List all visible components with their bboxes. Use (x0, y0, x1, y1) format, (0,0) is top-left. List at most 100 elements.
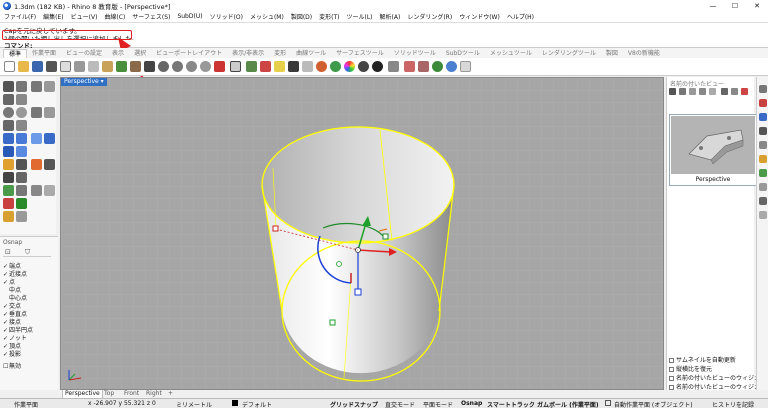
osnap-funnel-icon[interactable]: ⛉ (25, 248, 30, 257)
rotate-icon[interactable] (31, 185, 42, 196)
control-point[interactable] (272, 225, 279, 232)
control-point[interactable] (336, 261, 342, 267)
curve-icon[interactable] (16, 94, 27, 105)
block-icon[interactable] (16, 211, 27, 222)
tab-top[interactable]: Top (102, 390, 116, 398)
scale-icon[interactable] (44, 185, 55, 196)
tab-surface-tools[interactable]: サーフェスツール (331, 49, 389, 58)
tab-drafting[interactable]: 製図 (601, 49, 623, 58)
restore-aspect-option[interactable]: 縦横比を復元 (669, 364, 712, 373)
undo-icon[interactable] (116, 61, 127, 72)
rendering-panel-icon[interactable] (759, 197, 767, 205)
undo-view-icon[interactable] (214, 61, 225, 72)
status-osnap[interactable]: Osnap (461, 400, 482, 407)
copy-icon[interactable] (88, 61, 99, 72)
viewport-label[interactable]: Perspective ▾ (61, 78, 107, 86)
point-tool-icon[interactable] (418, 61, 429, 72)
select-icon[interactable] (3, 81, 14, 92)
help-icon[interactable] (446, 61, 457, 72)
box-icon[interactable] (3, 146, 14, 157)
trim-icon[interactable] (3, 172, 14, 183)
zoom-selected-icon[interactable] (200, 61, 211, 72)
toolbar-overflow-icon[interactable] (460, 61, 471, 72)
copy-tool-icon[interactable] (16, 185, 27, 196)
tab-mesh-tools[interactable]: メッシュツール (485, 49, 537, 58)
move-icon[interactable] (3, 185, 14, 196)
textures-panel-icon[interactable] (759, 211, 767, 219)
extrude-surface-icon[interactable] (16, 133, 27, 144)
tab-front[interactable]: Front (122, 390, 141, 398)
status-layer[interactable]: デフォルト (242, 400, 272, 408)
color-wheel-icon[interactable] (344, 61, 355, 72)
tab-cplanes[interactable]: 作業平面 (27, 49, 61, 58)
rectangle-icon[interactable] (3, 120, 14, 131)
tab-set-view[interactable]: ビューの設定 (61, 49, 107, 58)
list-view-icon[interactable] (731, 88, 738, 95)
add-viewport-tab-button[interactable]: + (166, 390, 175, 398)
auto-update-thumbnail-option[interactable]: サムネイルを自動更新 (669, 355, 736, 364)
rendered-sphere-icon[interactable] (372, 61, 383, 72)
eye-icon[interactable] (679, 88, 686, 95)
tab-solid-tools[interactable]: ソリッドツール (389, 49, 441, 58)
materials-panel-icon[interactable] (759, 155, 767, 163)
status-cplane[interactable]: 作業平面 (14, 400, 38, 408)
camera-icon[interactable] (669, 88, 676, 95)
display-panel-icon[interactable] (759, 113, 767, 121)
tab-render-tools[interactable]: レンダリングツール (537, 49, 601, 58)
mesh-icon[interactable] (3, 159, 14, 170)
sphere-icon[interactable] (16, 146, 27, 157)
cplane-icon[interactable] (302, 61, 313, 72)
tab-select[interactable]: 選択 (129, 49, 151, 58)
status-gumball[interactable]: ガムボール (作業平面) (537, 400, 599, 408)
ellipse-icon[interactable] (16, 107, 27, 118)
import-icon[interactable] (60, 61, 71, 72)
control-point[interactable] (329, 319, 336, 326)
bulb-icon[interactable] (274, 61, 285, 72)
shaded-sphere-icon[interactable] (358, 61, 369, 72)
layers-panel-icon[interactable] (759, 99, 767, 107)
named-views-panel-icon[interactable] (759, 141, 767, 149)
tab-viewport-layout[interactable]: ビューポートレイアウト (151, 49, 227, 58)
open-file-icon[interactable] (18, 61, 29, 72)
polygon-icon[interactable] (16, 120, 27, 131)
sweep-icon[interactable] (44, 133, 55, 144)
paste-icon[interactable] (102, 61, 113, 72)
ghosted-icon[interactable] (388, 61, 399, 72)
perspective-viewport[interactable] (60, 77, 664, 390)
status-auto-cplane[interactable]: 自動作業平面 (オブジェクト) (614, 400, 693, 408)
pan-hand-icon[interactable] (130, 61, 141, 72)
check-icon[interactable] (16, 198, 27, 209)
boolean-icon[interactable] (31, 159, 42, 170)
environment-panel-icon[interactable] (759, 169, 767, 177)
cut-icon[interactable] (74, 61, 85, 72)
properties-icon[interactable] (260, 61, 271, 72)
new-file-icon[interactable] (4, 61, 15, 72)
osnap-filter-icon[interactable]: ⊡ (5, 248, 11, 256)
zoom-window-icon[interactable] (172, 61, 183, 72)
osnap-item-disable[interactable]: ☐無効 (3, 361, 21, 370)
material-icon[interactable] (330, 61, 341, 72)
lights-panel-icon[interactable] (759, 183, 767, 191)
layer-icon[interactable] (246, 61, 257, 72)
line-icon[interactable] (31, 81, 42, 92)
arc-icon[interactable] (44, 81, 55, 92)
control-point[interactable] (382, 233, 389, 240)
status-planar[interactable]: 平面モード (423, 400, 453, 408)
tab-visibility[interactable]: 表示/非表示 (227, 49, 269, 58)
status-ortho[interactable]: 直交モード (385, 400, 415, 408)
named-view-widget-option[interactable]: 名前の付いたビューのウィジェ (669, 373, 760, 382)
analyze-icon[interactable] (3, 211, 14, 222)
checkbox-icon[interactable] (605, 400, 611, 406)
offset-icon[interactable] (31, 107, 42, 118)
surface-icon[interactable] (3, 133, 14, 144)
dimension-icon[interactable] (3, 198, 14, 209)
tab-new-in-v8[interactable]: V8の新機能 (623, 49, 665, 58)
osnap-item-project[interactable]: ✓投影 (3, 349, 21, 358)
import-view-icon[interactable] (709, 88, 716, 95)
viewport-menu-icon[interactable]: ▾ (99, 78, 104, 85)
circle-icon[interactable] (3, 107, 14, 118)
tab-display[interactable]: 表示 (107, 49, 129, 58)
gumball-z-handle[interactable] (354, 288, 362, 296)
named-view-thumbnail[interactable]: Perspective (669, 114, 757, 186)
tab-transform[interactable]: 変形 (269, 49, 291, 58)
